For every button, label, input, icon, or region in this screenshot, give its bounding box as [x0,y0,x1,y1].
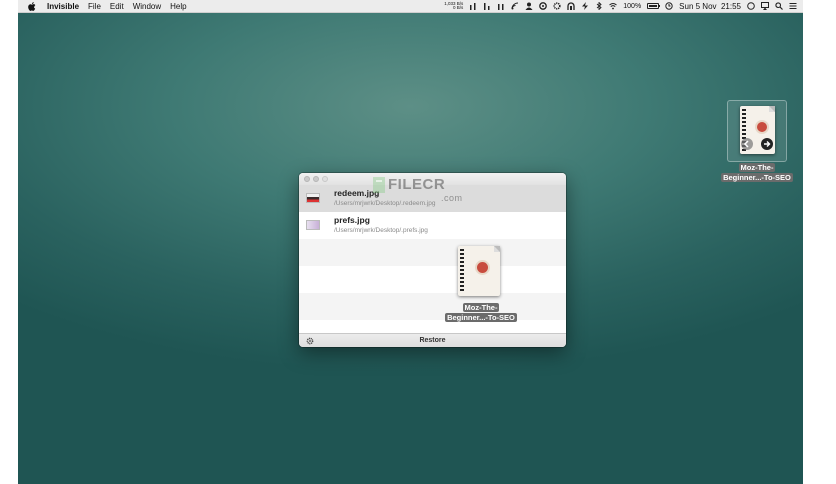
bluetooth-icon[interactable] [595,2,603,10]
desktop-file-label-line1: Moz-The- [738,163,776,172]
desktop-file-label[interactable]: Moz-The- Beginner...-To-SEO [712,163,802,183]
sync-icon[interactable] [539,2,548,10]
quicklook-next-icon[interactable] [761,138,773,150]
airplay-icon[interactable] [761,2,769,10]
apple-icon[interactable] [28,1,36,11]
watermark-suffix: .com [441,193,463,203]
app-menu-invisible[interactable]: Invisible [47,2,79,11]
vpn-icon[interactable] [567,2,575,10]
wifi-icon[interactable] [609,2,618,10]
battery-icon[interactable] [647,3,661,9]
disk-meter-icon[interactable] [497,2,505,10]
menu-bar: Invisible File Edit Window Help 1,033 B/… [18,0,803,13]
empty-row [299,266,566,293]
user-icon[interactable] [525,2,533,10]
watermark-text: FILECR [388,176,446,193]
siri-icon[interactable] [747,2,755,10]
desktop-file-moz-guide[interactable] [727,100,787,162]
watermark-logo-icon [373,177,385,193]
quicklook-prev-icon[interactable] [741,138,753,150]
window-footer: Restore [299,333,566,347]
bolt-icon[interactable] [581,2,589,10]
clock[interactable]: Sun 5 Nov 21:55 [679,2,741,11]
battery-fill [649,5,658,7]
watermark: FILECR .com [388,176,462,203]
file-thumbnail [306,220,320,230]
gear-status-icon[interactable] [553,2,561,10]
file-path: /Users/mrjwrk/Desktop/.prefs.jpg [334,227,428,234]
dragged-file-label-line1: Moz-The- [462,303,500,312]
desktop[interactable]: Invisible File Edit Window Help 1,033 B/… [18,0,803,484]
net-down-rate: 0 B/s [453,5,464,10]
list-item[interactable]: prefs.jpg /Users/mrjwrk/Desktop/.prefs.j… [299,212,566,239]
minimize-button[interactable] [313,176,319,182]
dragged-file-label: Moz-The- Beginner...-To-SEO [431,303,531,323]
file-thumbnail [306,193,320,203]
notification-center-icon[interactable] [789,2,797,10]
empty-row [299,239,566,266]
menu-edit[interactable]: Edit [110,2,124,11]
menu-file[interactable]: File [88,2,101,11]
time-machine-icon[interactable] [665,2,673,10]
spotlight-search-icon[interactable] [775,2,783,10]
memory-meter-icon[interactable] [483,2,491,10]
battery-percent[interactable]: 100% [623,3,641,10]
file-name: prefs.jpg [334,215,370,225]
dragged-file-label-line2: Beginner...-To-SEO [445,313,517,322]
restore-button[interactable]: Restore [299,337,566,344]
cpu-meter-icon[interactable] [469,2,477,10]
zoom-button[interactable] [322,176,328,182]
signal-icon[interactable] [511,2,519,10]
status-area: 1,033 B/s 0 B/s 100% Sun 5 Nov 21:55 [438,0,797,12]
menu-help[interactable]: Help [170,2,186,11]
file-path: /Users/mrjwrk/Desktop/.redeem.jpg [334,200,436,207]
desktop-file-label-line2: Beginner...-To-SEO [721,173,793,182]
dragged-file-icon[interactable] [458,246,500,296]
close-button[interactable] [304,176,310,182]
network-speed-monitor[interactable]: 1,033 B/s 0 B/s [444,1,464,11]
menu-window[interactable]: Window [133,2,161,11]
